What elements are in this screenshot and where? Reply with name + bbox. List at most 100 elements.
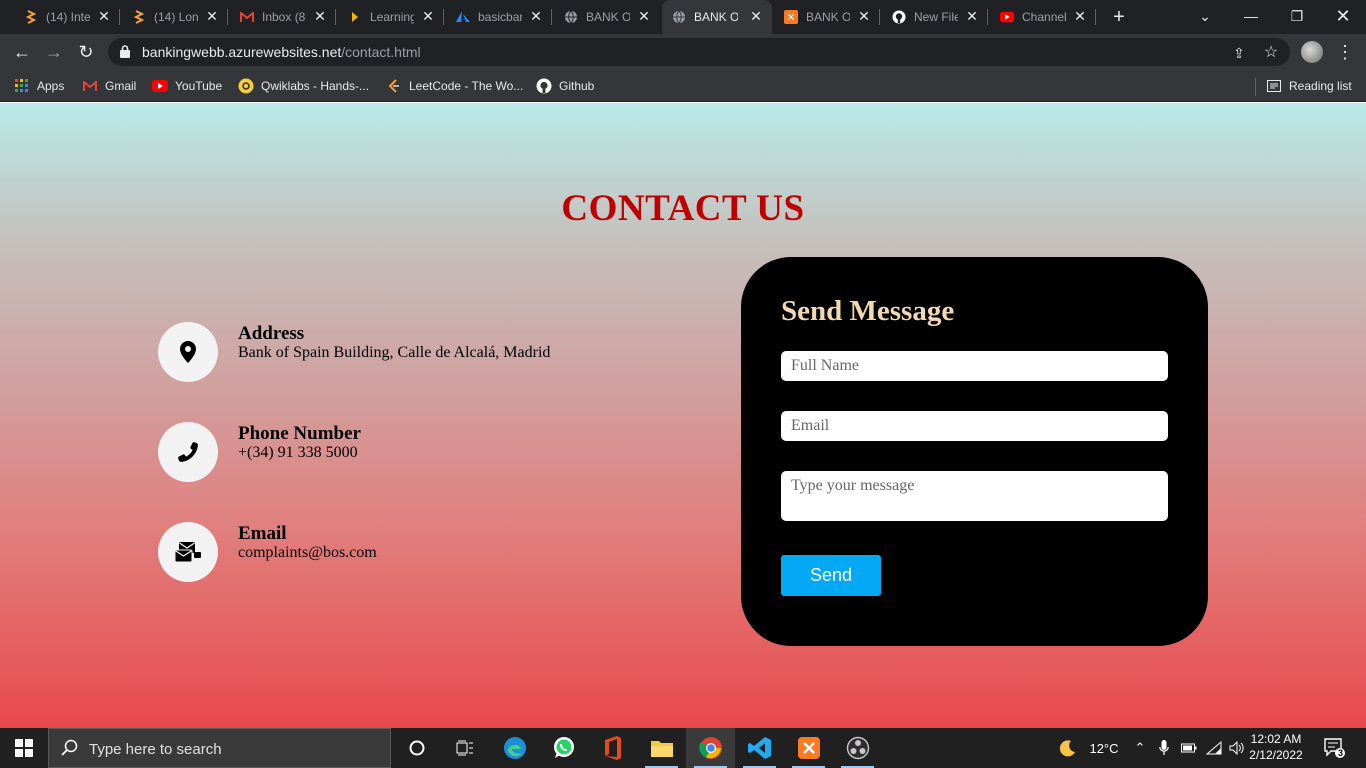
browser-tab[interactable]: Channel ✕ xyxy=(990,0,1096,34)
bookmark-leetcode[interactable]: LeetCode - The Wo... xyxy=(386,77,523,95)
browser-toolbar: ← → ↻ bankingwebb.azurewebsites.net/cont… xyxy=(0,34,1366,70)
bookmark-star-icon[interactable]: ☆ xyxy=(1262,44,1280,62)
xampp-icon[interactable] xyxy=(784,728,833,768)
vscode-icon[interactable] xyxy=(735,728,784,768)
battery-icon[interactable] xyxy=(1178,728,1200,768)
url-host: bankingwebb.azurewebsites.net xyxy=(142,44,342,60)
tab-title: BANK O xyxy=(694,10,738,24)
bookmark-label: LeetCode - The Wo... xyxy=(409,79,524,93)
whatsapp-icon[interactable] xyxy=(539,728,588,768)
clock-time: 12:02 AM xyxy=(1250,732,1302,746)
profile-avatar[interactable] xyxy=(1301,41,1323,63)
notifications-button[interactable]: 3 xyxy=(1318,728,1352,768)
speaker-icon[interactable] xyxy=(1226,728,1248,768)
wifi-icon[interactable] xyxy=(1203,728,1225,768)
bookmark-label: Qwiklabs - Hands-... xyxy=(261,79,370,93)
restore-button[interactable]: ❐ xyxy=(1274,0,1320,34)
tab-separator xyxy=(879,9,880,25)
system-clock[interactable]: 12:02 AM 2/12/2022 xyxy=(1246,731,1306,763)
browser-tab[interactable]: Inbox (8 ✕ xyxy=(230,0,336,34)
bookmark-gmail[interactable]: Gmail xyxy=(82,77,136,95)
bookmark-apps[interactable]: Apps xyxy=(14,77,64,95)
back-button[interactable]: ← xyxy=(10,40,34,64)
tab-separator xyxy=(987,9,988,25)
tab-title: Inbox (8 xyxy=(262,10,306,24)
reading-list-button[interactable]: Reading list xyxy=(1266,77,1352,95)
azure-favicon xyxy=(456,10,470,24)
browser-tab[interactable]: ✕ BANK O ✕ xyxy=(774,0,880,34)
browser-tab-active[interactable]: BANK O ✕ xyxy=(662,0,772,34)
forward-button[interactable]: → xyxy=(42,40,66,64)
tab-separator xyxy=(551,9,552,25)
close-tab-icon[interactable]: ✕ xyxy=(750,9,762,23)
close-tab-icon[interactable]: ✕ xyxy=(422,9,434,23)
weather-temperature[interactable]: 12°C xyxy=(1084,728,1124,768)
qwiklabs-icon xyxy=(238,78,254,94)
notification-count: 3 xyxy=(1338,748,1344,758)
browser-tab-strip: (14) Inte ✕ (14) Lon ✕ Inbox (8 ✕ Learni… xyxy=(0,0,1366,34)
tab-title: Learning xyxy=(370,10,414,24)
bookmark-label: Apps xyxy=(37,79,65,93)
page-title: CONTACT US xyxy=(561,188,805,229)
file-explorer-icon[interactable] xyxy=(637,728,686,768)
codeforces-favicon xyxy=(24,10,38,24)
bookmark-label: YouTube xyxy=(175,79,223,93)
chevron-up-icon[interactable]: ⌃ xyxy=(1130,728,1150,768)
send-button[interactable]: Send xyxy=(781,555,881,596)
bookmark-youtube[interactable]: YouTube xyxy=(152,77,222,95)
obs-icon[interactable] xyxy=(833,728,882,768)
close-window-button[interactable]: ✕ xyxy=(1320,0,1366,34)
tab-search-icon[interactable]: ⌄ xyxy=(1182,0,1228,34)
close-tab-icon[interactable]: ✕ xyxy=(638,9,650,23)
microphone-icon[interactable] xyxy=(1154,728,1174,768)
bookmark-label: Github xyxy=(559,79,595,93)
search-icon xyxy=(61,739,78,756)
map-pin-icon xyxy=(158,322,218,382)
close-tab-icon[interactable]: ✕ xyxy=(966,9,978,23)
browser-tab[interactable]: (14) Lon ✕ xyxy=(122,0,228,34)
tab-title: BANK O xyxy=(806,10,850,24)
browser-tab[interactable]: New File ✕ xyxy=(882,0,988,34)
chrome-icon[interactable] xyxy=(686,728,735,768)
email-heading: Email xyxy=(238,523,287,544)
edge-icon[interactable] xyxy=(490,728,539,768)
message-field[interactable] xyxy=(781,471,1168,521)
bookmark-qwiklabs[interactable]: Qwiklabs - Hands-... xyxy=(238,77,369,95)
close-tab-icon[interactable]: ✕ xyxy=(206,9,218,23)
send-message-form: Send Message Send xyxy=(741,257,1208,646)
email-field[interactable] xyxy=(781,411,1168,441)
menu-kebab-icon[interactable]: ⋮ xyxy=(1336,40,1354,64)
windows-start-button[interactable] xyxy=(0,728,48,768)
reload-button[interactable]: ↻ xyxy=(74,40,98,64)
browser-tab[interactable]: Learning ✕ xyxy=(338,0,444,34)
bookmark-github[interactable]: Github xyxy=(536,77,594,95)
clock-date: 2/12/2022 xyxy=(1249,748,1303,762)
browser-tab[interactable]: basicbar ✕ xyxy=(446,0,552,34)
close-tab-icon[interactable]: ✕ xyxy=(1074,9,1086,23)
office-icon[interactable] xyxy=(588,728,637,768)
weather-moon-icon[interactable] xyxy=(1056,728,1080,768)
full-name-field[interactable] xyxy=(781,351,1168,381)
share-icon[interactable]: ⇪ xyxy=(1230,44,1248,62)
close-tab-icon[interactable]: ✕ xyxy=(98,9,110,23)
windows-taskbar: Type here to search 12°C ⌃ 12:02 AM 2/12… xyxy=(0,728,1366,768)
tab-title: (14) Inte xyxy=(46,10,90,24)
cortana-icon[interactable] xyxy=(392,728,441,768)
new-tab-button[interactable]: + xyxy=(1108,6,1130,28)
xampp-favicon: ✕ xyxy=(784,10,798,24)
tab-title: (14) Lon xyxy=(154,10,198,24)
browser-tab[interactable]: BANK O ✕ xyxy=(554,0,660,34)
close-tab-icon[interactable]: ✕ xyxy=(858,9,870,23)
task-view-icon[interactable] xyxy=(440,728,489,768)
gmail-icon xyxy=(82,78,98,94)
close-tab-icon[interactable]: ✕ xyxy=(314,9,326,23)
address-bar[interactable]: bankingwebb.azurewebsites.net/contact.ht… xyxy=(108,38,1290,66)
close-tab-icon[interactable]: ✕ xyxy=(530,9,542,23)
envelope-icon xyxy=(158,522,218,582)
browser-tab[interactable]: (14) Inte ✕ xyxy=(14,0,120,34)
github-favicon xyxy=(892,10,906,24)
taskbar-search-box[interactable]: Type here to search xyxy=(48,728,391,768)
youtube-favicon xyxy=(1000,10,1014,24)
minimize-button[interactable]: — xyxy=(1228,0,1274,34)
windows-logo-icon xyxy=(15,739,33,757)
